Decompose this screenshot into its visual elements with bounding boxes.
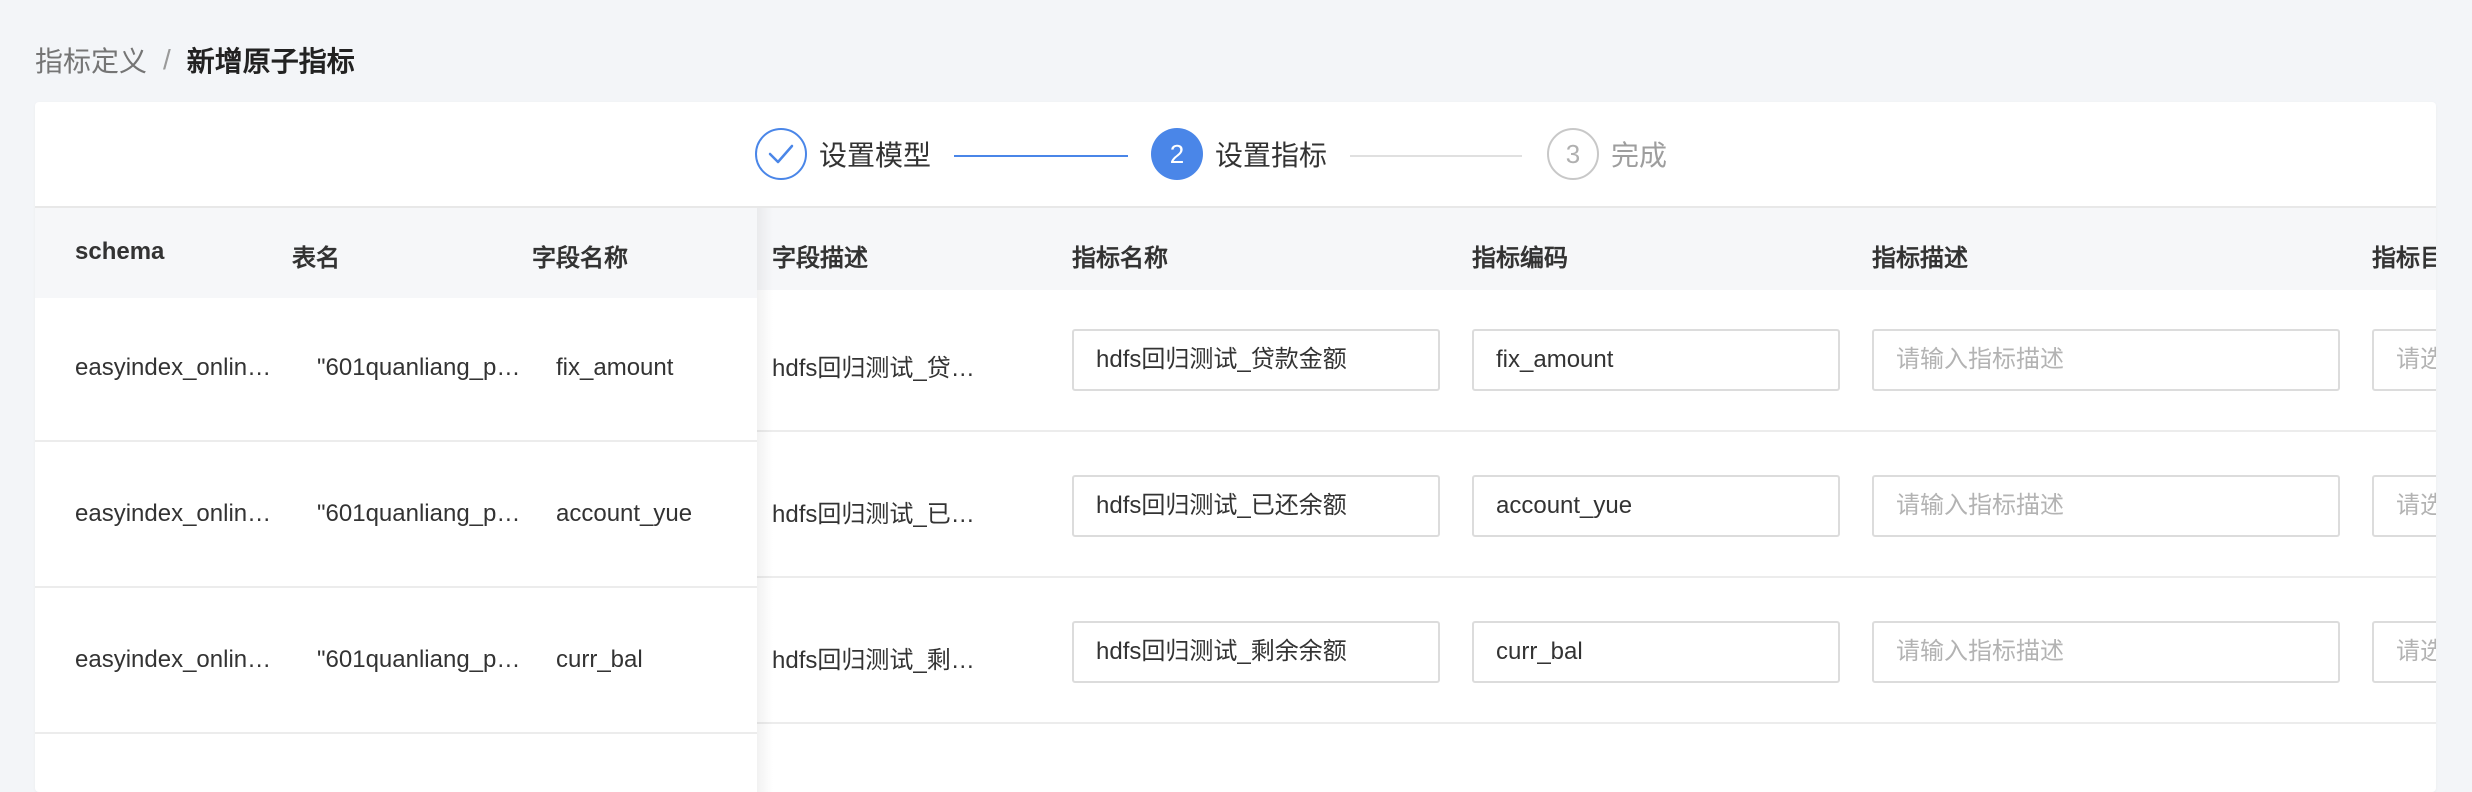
metric-code-input[interactable]: fix_amount <box>1472 329 1840 391</box>
metrics-table: schema 表名 字段名称 字段描述 指标名称 指标编码 指标描述 指标目 e… <box>35 206 2436 792</box>
metric-name-input[interactable]: hdfs回归测试_贷款金额 <box>1072 329 1440 391</box>
cell-field-name: curr_bal <box>556 646 643 673</box>
step-connector <box>1350 155 1522 157</box>
cell-table-name: "601quanliang_p… <box>317 646 521 673</box>
breadcrumb-separator: / <box>163 44 171 75</box>
metric-dir-select[interactable]: 请选 <box>2372 621 2436 683</box>
metric-dir-select[interactable]: 请选 <box>2372 329 2436 391</box>
main-card: 设置模型 2 设置指标 3 完成 schema 表名 字段名称 字段描述 指标名… <box>35 102 2436 792</box>
cell-field-name: fix_amount <box>556 354 674 381</box>
metric-dir-select[interactable]: 请选 <box>2372 475 2436 537</box>
col-metric-code: 指标编码 <box>1472 245 1568 272</box>
metric-desc-input[interactable]: 请输入指标描述 <box>1872 621 2340 683</box>
cell-schema: easyindex_onlin… <box>75 500 272 527</box>
cell-field-name: account_yue <box>556 500 693 527</box>
cell-schema: easyindex_onlin… <box>75 646 272 673</box>
step-label: 设置模型 <box>819 140 932 171</box>
step-label: 设置指标 <box>1215 140 1328 171</box>
step-number: 2 <box>1151 128 1203 180</box>
cell-field-desc: hdfs回归测试_剩… <box>772 647 975 674</box>
check-icon <box>755 128 807 180</box>
row-divider <box>35 732 757 734</box>
step-complete: 3 完成 <box>1547 126 1667 182</box>
step-set-model: 设置模型 <box>755 126 931 182</box>
row-divider <box>757 430 2436 432</box>
metric-desc-input[interactable]: 请输入指标描述 <box>1872 329 2340 391</box>
cell-schema: easyindex_onlin… <box>75 354 272 381</box>
breadcrumb-current: 新增原子指标 <box>186 46 355 77</box>
fixed-column-shadow <box>757 208 773 792</box>
row-divider <box>757 722 2436 724</box>
row-divider <box>35 586 757 588</box>
cell-table-name: "601quanliang_p… <box>317 354 521 381</box>
steps-bar: 设置模型 2 设置指标 3 完成 <box>35 102 2436 206</box>
col-field-desc: 字段描述 <box>772 245 868 272</box>
breadcrumb: 指标定义 / 新增原子指标 <box>35 38 355 82</box>
metric-name-input[interactable]: hdfs回归测试_剩余余额 <box>1072 621 1440 683</box>
row-divider <box>35 440 757 442</box>
row-divider <box>757 576 2436 578</box>
col-field-name: 字段名称 <box>532 245 628 272</box>
step-set-metric: 2 设置指标 <box>1151 126 1327 182</box>
metric-name-input[interactable]: hdfs回归测试_已还余额 <box>1072 475 1440 537</box>
cell-table-name: "601quanliang_p… <box>317 500 521 527</box>
breadcrumb-parent-link[interactable]: 指标定义 <box>35 40 147 80</box>
col-metric-name: 指标名称 <box>1072 245 1168 272</box>
col-table-name: 表名 <box>292 245 340 272</box>
cell-field-desc: hdfs回归测试_贷… <box>772 355 975 382</box>
col-metric-desc: 指标描述 <box>1872 245 1968 272</box>
metric-desc-input[interactable]: 请输入指标描述 <box>1872 475 2340 537</box>
col-schema: schema <box>75 238 165 265</box>
cell-field-desc: hdfs回归测试_已… <box>772 501 975 528</box>
metric-code-input[interactable]: account_yue <box>1472 475 1840 537</box>
step-label: 完成 <box>1611 140 1668 171</box>
step-connector <box>954 155 1128 157</box>
col-metric-dir: 指标目 <box>2372 245 2436 272</box>
table-header-scroll <box>757 208 2436 290</box>
step-number: 3 <box>1547 128 1599 180</box>
metric-code-input[interactable]: curr_bal <box>1472 621 1840 683</box>
